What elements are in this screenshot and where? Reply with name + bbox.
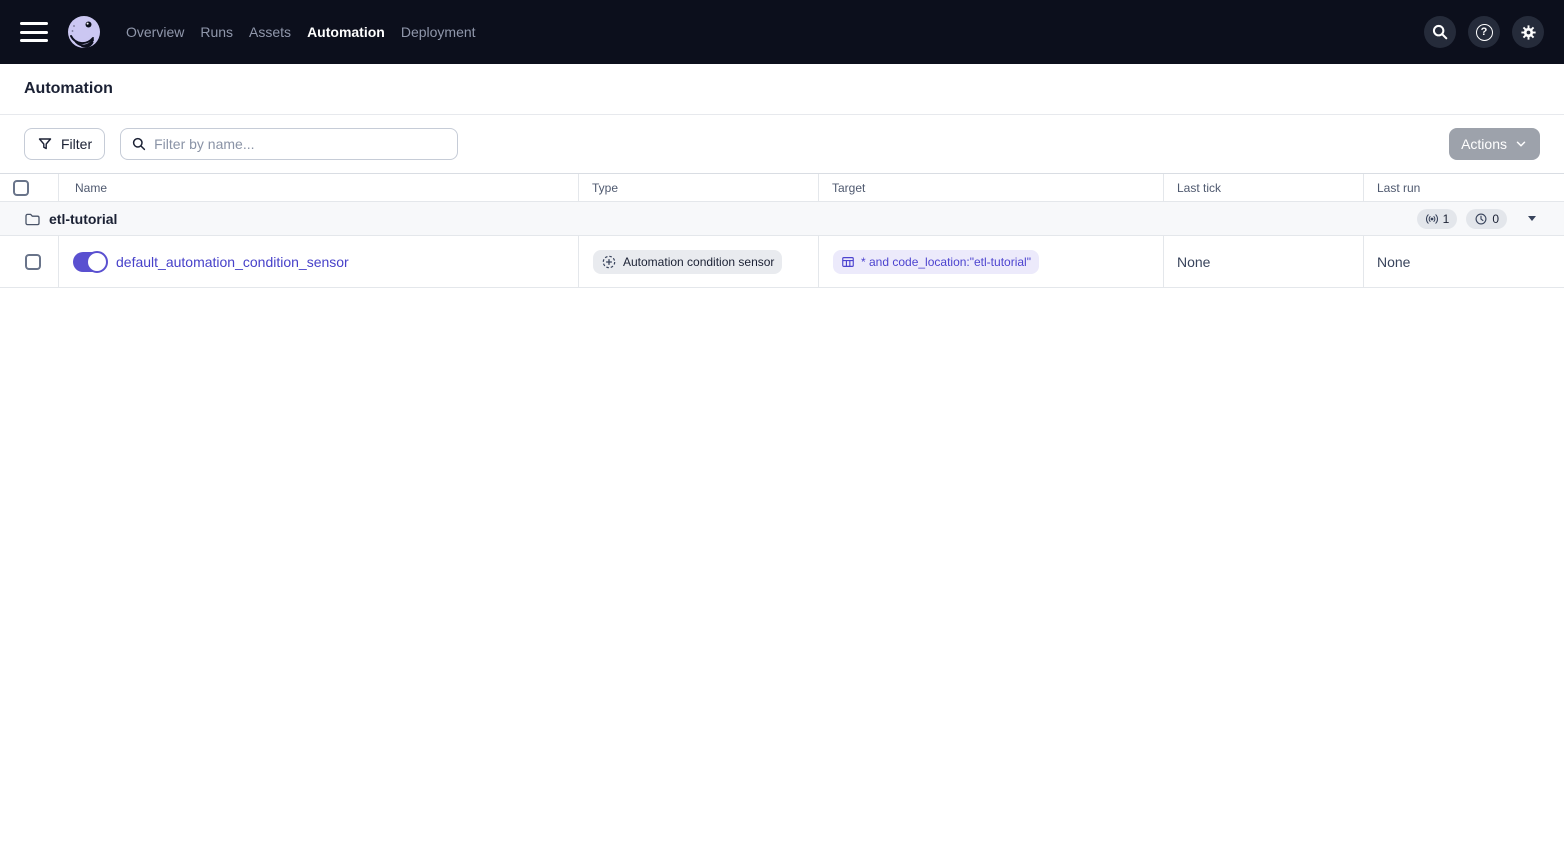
filter-button-label: Filter [61,136,93,152]
chevron-down-icon [1516,141,1526,147]
automation-name-link[interactable]: default_automation_condition_sensor [116,254,349,270]
column-header-last-run: Last run [1363,174,1564,201]
settings-button[interactable] [1512,16,1544,48]
sensor-icon [1425,213,1438,224]
header-checkbox-cell [0,174,58,201]
column-header-type: Type [578,174,818,201]
dagster-octopus-icon [68,16,100,48]
nav-item-runs[interactable]: Runs [200,20,233,44]
nav-item-deployment[interactable]: Deployment [401,20,476,44]
actions-button[interactable]: Actions [1449,128,1540,160]
target-badge-label: * and code_location:"etl-tutorial" [861,254,1031,269]
column-header-last-tick: Last tick [1163,174,1363,201]
schedule-count-badge: 0 [1466,208,1507,229]
nav-icon-group: ? [1424,16,1544,48]
search-button[interactable] [1424,16,1456,48]
toolbar: Filter Actions [0,115,1564,173]
group-collapse-button[interactable] [1524,212,1540,225]
actions-button-label: Actions [1461,136,1507,152]
target-badge[interactable]: * and code_location:"etl-tutorial" [833,249,1039,274]
menu-icon[interactable] [20,22,48,42]
primary-nav: Overview Runs Assets Automation Deployme… [126,20,476,44]
filter-button[interactable]: Filter [24,128,106,160]
name-filter-field [120,128,459,160]
clock-icon [1475,213,1487,224]
row-type-cell: Automation condition sensor [578,236,818,287]
row-last-tick-cell: None [1163,236,1363,287]
column-header-target: Target [818,174,1163,201]
schedule-count: 0 [1492,211,1499,226]
row-last-run-cell: None [1363,236,1564,287]
table-header-row: Name Type Target Last tick Last run [0,174,1564,202]
type-badge-label: Automation condition sensor [623,254,775,269]
automation-condition-icon [602,255,616,268]
menu-bar [20,30,48,34]
type-badge: Automation condition sensor [593,249,783,274]
nav-item-assets[interactable]: Assets [249,20,291,44]
search-icon [1432,24,1448,40]
folder-icon [25,213,40,225]
help-button[interactable]: ? [1468,16,1500,48]
menu-bar [20,22,48,25]
asset-table-icon [842,256,854,267]
page-header: Automation [0,64,1564,115]
nav-item-overview[interactable]: Overview [126,20,184,44]
automation-enabled-toggle[interactable] [73,250,108,273]
page-title: Automation [24,80,113,97]
gear-icon [1520,24,1536,40]
top-nav: Overview Runs Assets Automation Deployme… [0,0,1564,64]
toggle-knob [86,250,108,273]
help-icon: ? [1475,23,1493,41]
name-filter-input[interactable] [154,136,448,152]
select-all-checkbox[interactable] [13,179,29,196]
row-target-cell: * and code_location:"etl-tutorial" [818,236,1163,287]
automation-row: default_automation_condition_sensor Auto… [0,236,1564,288]
caret-down-icon [1528,216,1536,221]
code-location-group-row[interactable]: etl-tutorial 1 0 [0,202,1564,236]
nav-item-automation[interactable]: Automation [307,20,385,44]
funnel-icon [38,138,52,150]
row-checkbox[interactable] [25,253,41,270]
sensor-count: 1 [1442,211,1450,226]
row-checkbox-cell [0,236,58,287]
dagster-logo[interactable] [62,10,106,54]
search-icon [132,137,146,151]
automations-table: Name Type Target Last tick Last run etl-… [0,173,1564,288]
group-name: etl-tutorial [49,210,118,227]
column-header-name: Name [58,174,578,201]
sensor-count-badge: 1 [1416,208,1458,229]
row-name-cell: default_automation_condition_sensor [58,236,578,287]
menu-bar [20,39,48,42]
